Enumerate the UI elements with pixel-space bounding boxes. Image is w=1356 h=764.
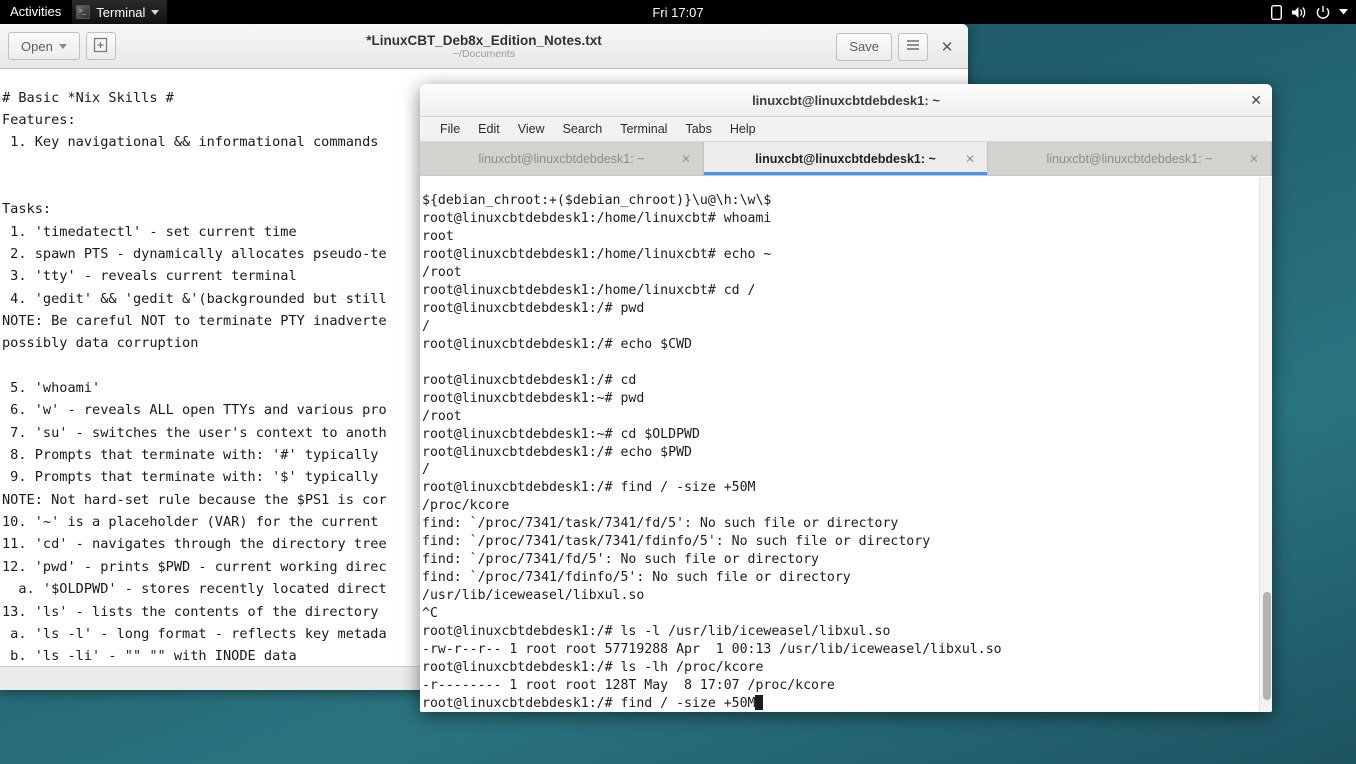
open-button-label: Open bbox=[21, 38, 53, 54]
chevron-down-icon[interactable] bbox=[1339, 9, 1348, 15]
open-button[interactable]: Open bbox=[8, 32, 80, 60]
clock-label: Fri 17:07 bbox=[652, 4, 704, 20]
terminal-app-icon: >_ bbox=[76, 5, 91, 19]
terminal-close-button[interactable]: ✕ bbox=[1250, 84, 1262, 116]
terminal-scrollbar[interactable] bbox=[1259, 177, 1272, 712]
hamburger-menu-button[interactable] bbox=[898, 32, 928, 61]
menu-item-terminal[interactable]: Terminal bbox=[611, 117, 676, 141]
terminal-tab-1[interactable]: linuxcbt@linuxcbtdebdesk1: ~ ✕ bbox=[420, 142, 704, 175]
clock[interactable]: Fri 17:07 bbox=[0, 5, 1356, 20]
power-icon[interactable] bbox=[1316, 5, 1330, 20]
volume-icon[interactable] bbox=[1291, 5, 1307, 20]
terminal-title: linuxcbt@linuxcbtdebdesk1: ~ bbox=[752, 92, 940, 108]
desktop: Activities >_ Terminal Fri 17:07 Open *L… bbox=[0, 0, 1356, 764]
gedit-close-button[interactable]: ✕ bbox=[934, 33, 960, 61]
save-button-label: Save bbox=[849, 39, 879, 54]
activities-label: Activities bbox=[10, 4, 62, 19]
close-icon: ✕ bbox=[1250, 91, 1262, 108]
gedit-header-bar: Open *LinuxCBT_Deb8x_Edition_Notes.txt ~… bbox=[0, 24, 968, 69]
app-menu-button[interactable]: >_ Terminal bbox=[72, 0, 168, 24]
terminal-scrollbar-thumb[interactable] bbox=[1263, 592, 1271, 700]
terminal-title-bar[interactable]: linuxcbt@linuxcbtdebdesk1: ~ ✕ bbox=[420, 84, 1272, 117]
page-title: *LinuxCBT_Deb8x_Edition_Notes.txt bbox=[366, 32, 602, 48]
new-document-button[interactable] bbox=[85, 32, 116, 60]
terminal-tab-2[interactable]: linuxcbt@linuxcbtdebdesk1: ~ ✕ bbox=[704, 142, 988, 175]
terminal-menu-bar: File Edit View Search Terminal Tabs Help bbox=[420, 117, 1272, 142]
close-icon[interactable]: ✕ bbox=[965, 152, 975, 166]
terminal-tab-2-label: linuxcbt@linuxcbtdebdesk1: ~ bbox=[755, 151, 936, 166]
app-menu-label: Terminal bbox=[96, 4, 146, 20]
page-subtitle: ~/Documents bbox=[452, 47, 516, 60]
close-icon[interactable]: ✕ bbox=[1249, 152, 1259, 166]
display-icon[interactable] bbox=[1271, 4, 1282, 20]
terminal-output-body: ${debian_chroot:+($debian_chroot)}\u@\h:… bbox=[422, 193, 1002, 711]
terminal-window[interactable]: linuxcbt@linuxcbtdebdesk1: ~ ✕ File Edit… bbox=[420, 84, 1272, 712]
menu-item-view[interactable]: View bbox=[509, 117, 554, 141]
system-tray[interactable] bbox=[1271, 4, 1348, 20]
hamburger-menu-icon bbox=[906, 39, 920, 54]
close-icon: ✕ bbox=[940, 38, 954, 56]
chevron-down-icon bbox=[58, 43, 67, 49]
menu-item-file[interactable]: File bbox=[431, 117, 469, 141]
menu-item-help[interactable]: Help bbox=[721, 117, 765, 141]
new-document-icon bbox=[93, 37, 108, 56]
menu-item-search[interactable]: Search bbox=[554, 117, 612, 141]
terminal-tab-1-label: linuxcbt@linuxcbtdebdesk1: ~ bbox=[478, 151, 645, 166]
menu-item-tabs[interactable]: Tabs bbox=[676, 117, 720, 141]
gedit-title-area: *LinuxCBT_Deb8x_Edition_Notes.txt ~/Docu… bbox=[0, 24, 968, 69]
terminal-tab-3[interactable]: linuxcbt@linuxcbtdebdesk1: ~ ✕ bbox=[988, 142, 1272, 175]
close-icon[interactable]: ✕ bbox=[681, 152, 691, 166]
terminal-tab-bar: linuxcbt@linuxcbtdebdesk1: ~ ✕ linuxcbt@… bbox=[420, 142, 1272, 176]
save-button[interactable]: Save bbox=[836, 32, 892, 61]
terminal-cursor bbox=[755, 694, 764, 710]
menu-item-edit[interactable]: Edit bbox=[469, 117, 509, 141]
terminal-output-text[interactable]: ${debian_chroot:+($debian_chroot)}\u@\h:… bbox=[420, 190, 1272, 712]
activities-button[interactable]: Activities bbox=[0, 0, 72, 24]
chevron-down-icon bbox=[151, 9, 160, 15]
terminal-screen[interactable]: ${debian_chroot:+($debian_chroot)}\u@\h:… bbox=[420, 177, 1272, 712]
gnome-top-bar: Activities >_ Terminal Fri 17:07 bbox=[0, 0, 1356, 24]
terminal-tab-3-label: linuxcbt@linuxcbtdebdesk1: ~ bbox=[1046, 151, 1213, 166]
